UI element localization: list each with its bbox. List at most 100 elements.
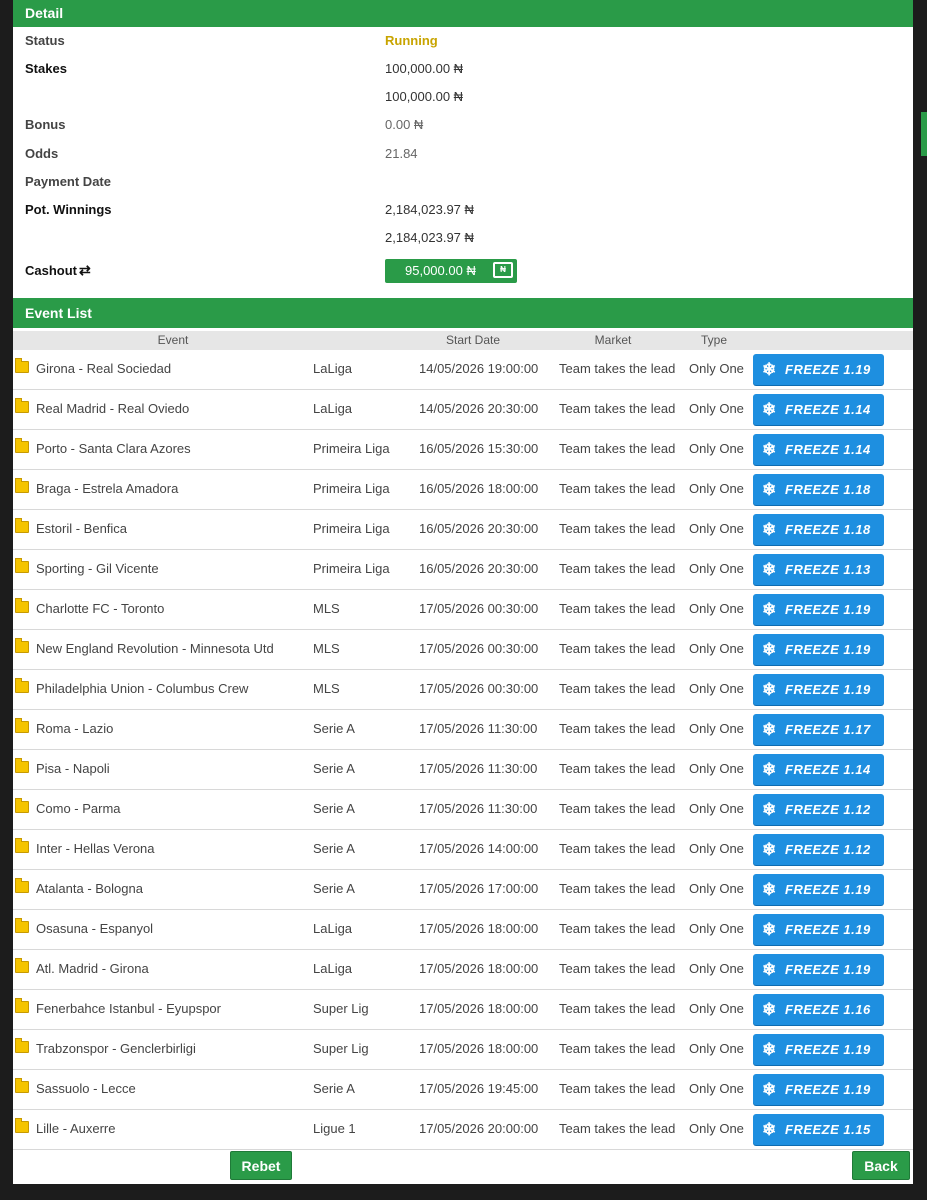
- table-row[interactable]: Porto - Santa Clara Azores Primeira Liga 1…: [13, 430, 913, 470]
- freeze-button[interactable]: ❄ FREEZE 1.18: [753, 514, 884, 545]
- snowflake-icon: ❄: [762, 520, 777, 539]
- start-date: 14/05/2026 20:30:00: [419, 401, 539, 416]
- table-row[interactable]: Osasuna - Espanyol LaLiga 17/05/2026 18:00…: [13, 910, 913, 950]
- freeze-button[interactable]: ❄ FREEZE 1.14: [753, 434, 884, 465]
- folder-icon: [15, 638, 29, 653]
- folder-icon: [15, 518, 29, 533]
- pot-winnings-row: Pot. Winnings 2,184,023.97 ₦: [13, 200, 913, 220]
- table-row[interactable]: Trabzonspor - Genclerbirligi Super Lig 17/…: [13, 1030, 913, 1070]
- freeze-label: FREEZE 1.12: [785, 802, 871, 817]
- table-row[interactable]: Como - Parma Serie A 17/05/2026 11:30:00 Te…: [13, 790, 913, 830]
- freeze-button[interactable]: ❄ FREEZE 1.15: [753, 1114, 884, 1145]
- freeze-label: FREEZE 1.19: [785, 882, 871, 897]
- odds-value: 21.84: [385, 146, 418, 161]
- folder-icon: [15, 798, 29, 813]
- payment-date-label: Payment Date: [25, 174, 111, 189]
- event-name: Girona - Real Sociedad: [36, 361, 172, 376]
- snowflake-icon: ❄: [762, 360, 777, 379]
- league-name: Serie A: [313, 841, 355, 856]
- back-button[interactable]: Back: [852, 1151, 910, 1180]
- start-date: 16/05/2026 20:30:00: [419, 521, 539, 536]
- freeze-button[interactable]: ❄ FREEZE 1.14: [753, 394, 884, 425]
- table-row[interactable]: Fenerbahce Istanbul - Eyupspor Super Lig 1…: [13, 990, 913, 1030]
- folder-icon: [15, 438, 29, 453]
- bet-type: Only One: [689, 1041, 744, 1056]
- event-name: Pisa - Napoli: [36, 761, 110, 776]
- table-row[interactable]: Real Madrid - Real Oviedo LaLiga 14/05/202…: [13, 390, 913, 430]
- bet-type: Only One: [689, 521, 744, 536]
- freeze-button[interactable]: ❄ FREEZE 1.14: [753, 754, 884, 785]
- folder-icon: [15, 1118, 29, 1133]
- freeze-button[interactable]: ❄ FREEZE 1.16: [753, 994, 884, 1025]
- table-row[interactable]: Sassuolo - Lecce Serie A 17/05/2026 19:45:…: [13, 1070, 913, 1110]
- freeze-button[interactable]: ❄ FREEZE 1.19: [753, 1074, 884, 1105]
- league-name: MLS: [313, 681, 340, 696]
- status-label: Status: [25, 33, 65, 48]
- bet-type: Only One: [689, 361, 744, 376]
- league-name: LaLiga: [313, 961, 353, 976]
- event-name: Estoril - Benfica: [36, 521, 128, 536]
- freeze-button[interactable]: ❄ FREEZE 1.19: [753, 874, 884, 905]
- stakes-value-secondary: 100,000.00 ₦: [385, 89, 464, 104]
- freeze-button[interactable]: ❄ FREEZE 1.19: [753, 594, 884, 625]
- event-name: Fenerbahce Istanbul - Eyupspor: [36, 1001, 221, 1016]
- freeze-button[interactable]: ❄ FREEZE 1.19: [753, 634, 884, 665]
- freeze-button[interactable]: ❄ FREEZE 1.12: [753, 834, 884, 865]
- league-name: LaLiga: [313, 921, 353, 936]
- bet-type: Only One: [689, 601, 744, 616]
- payment-date-row: Payment Date: [13, 172, 913, 192]
- market: Team takes the lead: [559, 881, 676, 896]
- scrollbar-thumb[interactable]: [921, 112, 927, 156]
- folder-icon: [15, 878, 29, 893]
- table-row[interactable]: Charlotte FC - Toronto MLS 17/05/2026 00:3…: [13, 590, 913, 630]
- table-row[interactable]: Girona - Real Sociedad LaLiga 14/05/2026 1…: [13, 350, 913, 390]
- rebet-button[interactable]: Rebet: [230, 1151, 292, 1180]
- odds-row: Odds 21.84: [13, 144, 913, 164]
- table-row[interactable]: Sporting - Gil Vicente Primeira Liga 16/05…: [13, 550, 913, 590]
- freeze-button[interactable]: ❄ FREEZE 1.19: [753, 914, 884, 945]
- league-name: Primeira Liga: [313, 561, 390, 576]
- freeze-label: FREEZE 1.12: [785, 842, 871, 857]
- freeze-button[interactable]: ❄ FREEZE 1.17: [753, 714, 884, 745]
- table-row[interactable]: Philadelphia Union - Columbus Crew MLS 17/…: [13, 670, 913, 710]
- start-date: 17/05/2026 17:00:00: [419, 881, 539, 896]
- table-row[interactable]: Lille - Auxerre Ligue 1 17/05/2026 20:00:0…: [13, 1110, 913, 1150]
- league-name: Primeira Liga: [313, 481, 390, 496]
- table-row[interactable]: Inter - Hellas Verona Serie A 17/05/2026 1…: [13, 830, 913, 870]
- market: Team takes the lead: [559, 841, 676, 856]
- event-name: Real Madrid - Real Oviedo: [36, 401, 190, 416]
- freeze-button[interactable]: ❄ FREEZE 1.12: [753, 794, 884, 825]
- freeze-label: FREEZE 1.18: [785, 522, 871, 537]
- bet-type: Only One: [689, 841, 744, 856]
- cashout-button[interactable]: 95,000.00 ₦ ₦: [385, 259, 517, 283]
- table-row[interactable]: Atalanta - Bologna Serie A 17/05/2026 17:0…: [13, 870, 913, 910]
- league-name: Super Lig: [313, 1041, 369, 1056]
- table-row[interactable]: New England Revolution - Minnesota Utd ML…: [13, 630, 913, 670]
- refresh-icon[interactable]: ⇄: [79, 260, 91, 280]
- start-date: 17/05/2026 18:00:00: [419, 1001, 539, 1016]
- freeze-button[interactable]: ❄ FREEZE 1.19: [753, 354, 884, 385]
- table-row[interactable]: Estoril - Benfica Primeira Liga 16/05/2026…: [13, 510, 913, 550]
- freeze-button[interactable]: ❄ FREEZE 1.19: [753, 1034, 884, 1065]
- freeze-button[interactable]: ❄ FREEZE 1.13: [753, 554, 884, 585]
- column-header-event: Event: [157, 333, 189, 347]
- table-row[interactable]: Pisa - Napoli Serie A 17/05/2026 11:30:00 T…: [13, 750, 913, 790]
- freeze-button[interactable]: ❄ FREEZE 1.19: [753, 674, 884, 705]
- table-row[interactable]: Atl. Madrid - Girona LaLiga 17/05/2026 18:…: [13, 950, 913, 990]
- event-name: Charlotte FC - Toronto: [36, 601, 165, 616]
- freeze-button[interactable]: ❄ FREEZE 1.18: [753, 474, 884, 505]
- bet-type: Only One: [689, 641, 744, 656]
- freeze-label: FREEZE 1.14: [785, 402, 871, 417]
- table-row[interactable]: Roma - Lazio Serie A 17/05/2026 11:30:00 Te…: [13, 710, 913, 750]
- snowflake-icon: ❄: [762, 440, 777, 459]
- detail-header: Detail: [13, 0, 913, 27]
- market: Team takes the lead: [559, 601, 676, 616]
- freeze-button[interactable]: ❄ FREEZE 1.19: [753, 954, 884, 985]
- start-date: 17/05/2026 00:30:00: [419, 601, 539, 616]
- snowflake-icon: ❄: [762, 1040, 777, 1059]
- freeze-label: FREEZE 1.18: [785, 482, 871, 497]
- table-row[interactable]: Braga - Estrela Amadora Primeira Liga 16/0…: [13, 470, 913, 510]
- snowflake-icon: ❄: [762, 1000, 777, 1019]
- league-name: Serie A: [313, 1081, 355, 1096]
- market: Team takes the lead: [559, 1121, 676, 1136]
